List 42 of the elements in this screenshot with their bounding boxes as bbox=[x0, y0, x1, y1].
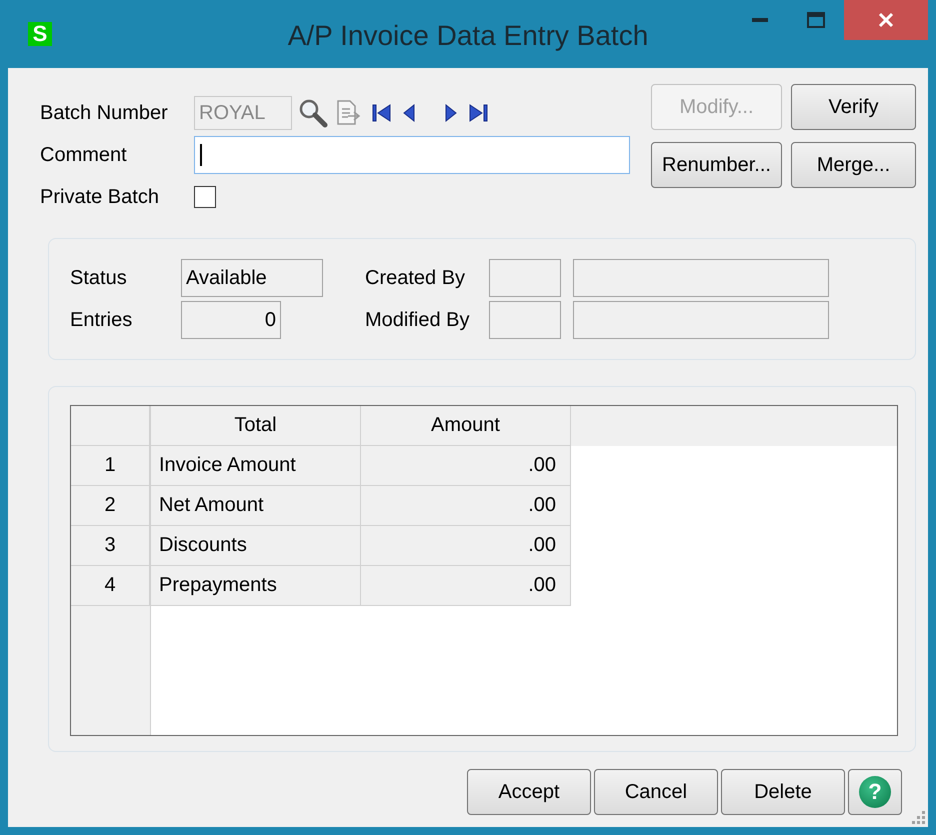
field-label: Modified By bbox=[365, 308, 470, 332]
field-label: Comment bbox=[40, 142, 128, 168]
merge-button[interactable]: Merge... bbox=[791, 142, 916, 188]
table-cell: Discounts bbox=[151, 526, 361, 566]
table-cell: .00 bbox=[361, 486, 571, 526]
private-batch-checkbox[interactable] bbox=[194, 186, 216, 208]
search-icon[interactable] bbox=[298, 98, 328, 128]
close-button[interactable] bbox=[844, 0, 928, 40]
first-record-icon[interactable] bbox=[370, 102, 392, 124]
delete-button[interactable]: Delete bbox=[721, 769, 845, 815]
field-label: Private Batch bbox=[40, 184, 160, 210]
field-label: Created By bbox=[365, 266, 466, 290]
field-label: Batch Number bbox=[40, 100, 169, 126]
status-field: Available bbox=[181, 259, 323, 297]
row-number: 1 bbox=[71, 446, 150, 486]
window-title: A/P Invoice Data Entry Batch bbox=[288, 20, 648, 51]
comment-field[interactable] bbox=[194, 136, 630, 174]
table-cell: Net Amount bbox=[151, 486, 361, 526]
entries-field: 0 bbox=[181, 301, 281, 339]
modified-by-user-field bbox=[489, 301, 561, 339]
row-number: 4 bbox=[71, 566, 150, 606]
table-cell: Invoice Amount bbox=[151, 446, 361, 486]
table-cell: .00 bbox=[361, 526, 571, 566]
maximize-icon[interactable] bbox=[807, 12, 825, 28]
renumber-button[interactable]: Renumber... bbox=[651, 142, 782, 188]
resize-grip-icon[interactable] bbox=[910, 809, 926, 825]
column-header: Total bbox=[151, 406, 361, 446]
accept-button[interactable]: Accept bbox=[467, 769, 591, 815]
column-header: Amount bbox=[361, 406, 571, 446]
close-icon bbox=[878, 12, 894, 28]
last-record-icon[interactable] bbox=[468, 102, 490, 124]
app-icon: S bbox=[28, 22, 52, 46]
row-number: 3 bbox=[71, 526, 150, 566]
created-by-user-field bbox=[489, 259, 561, 297]
table-cell: .00 bbox=[361, 566, 571, 606]
table-cell: Prepayments bbox=[151, 566, 361, 606]
table-cell: .00 bbox=[361, 446, 571, 486]
row-number: 2 bbox=[71, 486, 150, 526]
field-label: Status bbox=[70, 266, 128, 290]
field-label: Entries bbox=[70, 308, 134, 332]
verify-button[interactable]: Verify bbox=[791, 84, 916, 130]
cancel-button[interactable]: Cancel bbox=[594, 769, 718, 815]
